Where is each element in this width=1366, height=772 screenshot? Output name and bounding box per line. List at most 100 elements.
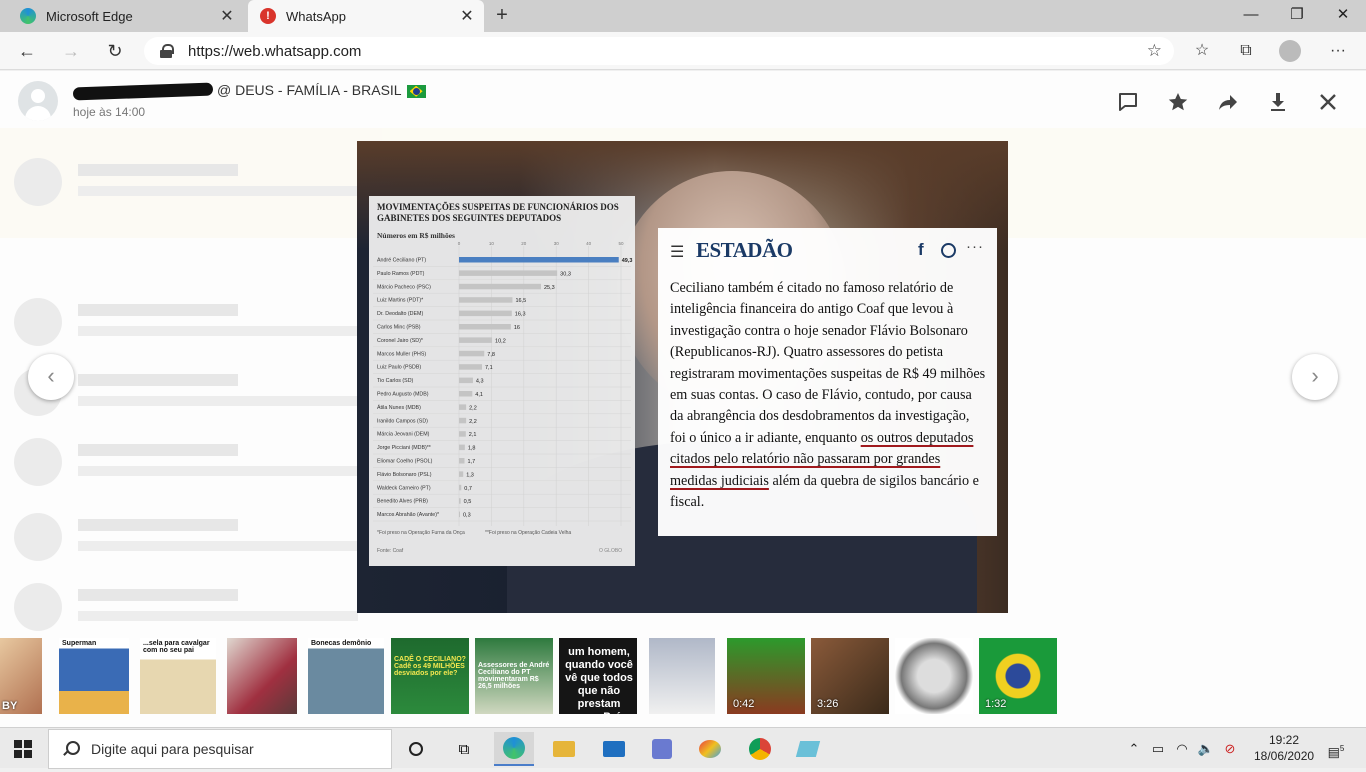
close-window-button[interactable]: ✕: [1320, 0, 1366, 32]
windows-taskbar: Digite aqui para pesquisar ⧉ ⌃ ▭ ◠ 🔈 ⊘ 1…: [0, 727, 1366, 769]
search-icon: [63, 741, 80, 757]
download-icon[interactable]: [1264, 88, 1292, 116]
forward-icon[interactable]: [1214, 88, 1242, 116]
collections-icon[interactable]: ⧉: [1234, 40, 1258, 64]
more-icon: ···: [966, 238, 984, 255]
thumbnail[interactable]: ...sela para cavalgar com no seu pai: [140, 638, 216, 714]
x-tick-label: 30: [554, 241, 560, 246]
tab-microsoft-edge[interactable]: Microsoft Edge ✕: [8, 0, 244, 32]
system-clock[interactable]: 19:22 18/06/2020: [1254, 732, 1314, 764]
taskbar-search-box[interactable]: Digite aqui para pesquisar: [48, 729, 392, 769]
mail-icon[interactable]: [594, 732, 634, 766]
category-label: Iranildo Campos (SD): [377, 418, 428, 424]
search-placeholder[interactable]: Digite aqui para pesquisar: [91, 741, 254, 757]
tab-whatsapp[interactable]: ! WhatsApp ✕: [248, 0, 484, 32]
x-tick-label: 40: [586, 241, 592, 246]
bar-chart-card: MOVIMENTAÇÕES SUSPEITAS DE FUNCIONÁRIOS …: [369, 196, 635, 566]
bar: [459, 484, 462, 491]
bar: [459, 350, 485, 357]
reply-icon[interactable]: [1114, 88, 1142, 116]
x-tick-label: 10: [489, 241, 495, 246]
app-icon[interactable]: [642, 732, 682, 766]
notes-icon[interactable]: [788, 732, 828, 766]
address-bar-row: ← → ↻ https://web.whatsapp.com ☆ ☆ ⧉ ···: [0, 32, 1366, 70]
paint-icon[interactable]: [690, 732, 730, 766]
contact-avatar[interactable]: [18, 81, 58, 121]
bar: [459, 391, 473, 397]
thumbnail[interactable]: BY: [0, 638, 42, 714]
next-media-button[interactable]: ›: [1292, 354, 1338, 400]
media-viewer: @ DEUS - FAMÍLIA - BRASIL hoje às 14:00 …: [0, 71, 1366, 727]
category-label: Marcos Abrahão (Avante)*: [377, 512, 439, 518]
bar: [459, 404, 467, 410]
bar-chart: 0 10 20 30 40 50 André Ceciliano (PT) 49,3 Paulo…: [373, 241, 632, 526]
thumbnail[interactable]: [649, 638, 715, 714]
thumbnail[interactable]: Assessores de André Ceciliano do PT movi…: [475, 638, 553, 714]
bar: [459, 337, 493, 343]
category-label: Coronel Jairo (SD)*: [377, 338, 423, 344]
value-label: 7,8: [487, 352, 495, 358]
volume-icon[interactable]: 🔈: [1196, 728, 1216, 769]
thumbnail[interactable]: 3:26: [811, 638, 889, 714]
thumbnail[interactable]: [227, 638, 297, 714]
new-tab-button[interactable]: +: [490, 4, 514, 28]
value-label: 2,2: [469, 419, 477, 425]
refresh-button[interactable]: ↻: [102, 38, 128, 64]
hamburger-menu-icon: ☰: [670, 244, 685, 261]
close-tab-icon[interactable]: ✕: [216, 6, 238, 26]
thumbnail[interactable]: [895, 638, 973, 714]
bar: [459, 364, 483, 370]
close-icon[interactable]: [1314, 88, 1342, 116]
minimize-button[interactable]: —: [1228, 0, 1274, 32]
bar: [459, 444, 465, 451]
battery-icon[interactable]: ▭: [1148, 728, 1168, 769]
thumbnail[interactable]: 0:42: [727, 638, 805, 714]
category-label: Eliomar Coelho (PSOL): [377, 459, 433, 465]
wifi-icon[interactable]: ◠: [1172, 728, 1192, 769]
redacted-scribble: [72, 82, 214, 101]
url-field[interactable]: https://web.whatsapp.com ☆: [144, 37, 1174, 65]
value-label: 1,7: [468, 459, 476, 465]
thumbnail[interactable]: Bonecas demônio: [308, 638, 384, 714]
tab-title: Microsoft Edge: [46, 8, 133, 24]
bar: [459, 431, 466, 437]
back-button[interactable]: ←: [14, 38, 40, 64]
category-label: Átila Nunes (MDB): [377, 404, 421, 411]
article-card: ☰ ESTADÃO f ··· Ceciliano também é citad…: [658, 228, 997, 536]
favorite-star-icon[interactable]: ☆: [1147, 41, 1162, 61]
category-label: Márcio Pacheco (PSC): [377, 284, 431, 290]
edge-taskbar-icon[interactable]: [494, 732, 534, 766]
thumbnail[interactable]: um homem, quando você vê que todos que n…: [559, 638, 637, 714]
value-label: 4,3: [476, 379, 484, 385]
bar: [459, 283, 541, 290]
chart-note-1: *Foi preso na Operação Furna da Onça: [377, 530, 465, 536]
cortana-icon[interactable]: [396, 732, 436, 766]
star-message-icon[interactable]: [1164, 88, 1192, 116]
tray-chevron-icon[interactable]: ⌃: [1124, 728, 1144, 769]
value-label: 1,8: [468, 446, 476, 452]
category-label: Flávio Bolsonaro (PSL): [377, 472, 432, 478]
chrome-icon[interactable]: [740, 732, 780, 766]
file-explorer-icon[interactable]: [544, 732, 584, 766]
profile-icon[interactable]: [1278, 40, 1302, 64]
lock-icon[interactable]: [160, 44, 174, 58]
value-label: 10,2: [495, 338, 506, 344]
forward-button[interactable]: →: [58, 38, 84, 64]
task-view-icon[interactable]: ⧉: [444, 732, 484, 766]
category-label: Tio Carlos (SD): [377, 378, 414, 384]
value-label: 25,3: [544, 285, 555, 291]
thumbnail[interactable]: 1:32: [979, 638, 1057, 714]
previous-media-button[interactable]: ‹: [28, 354, 74, 400]
windows-start-icon[interactable]: [14, 740, 32, 758]
close-tab-icon[interactable]: ✕: [456, 6, 478, 26]
action-center-icon[interactable]: ▤5: [1322, 728, 1350, 769]
restore-button[interactable]: ❐: [1274, 0, 1320, 32]
url-text[interactable]: https://web.whatsapp.com: [188, 43, 1147, 60]
thumbnail[interactable]: CADÊ O CECILIANO? Cadê os 49 MILHÕES des…: [391, 638, 469, 714]
favorites-icon[interactable]: ☆: [1190, 40, 1214, 64]
x-tick-label: 50: [618, 241, 624, 246]
more-options-icon[interactable]: ···: [1326, 40, 1350, 64]
contact-name: @ DEUS - FAMÍLIA - BRASIL: [72, 82, 426, 101]
notification-blocked-icon[interactable]: ⊘: [1220, 728, 1240, 769]
thumbnail[interactable]: Superman: [59, 638, 129, 714]
